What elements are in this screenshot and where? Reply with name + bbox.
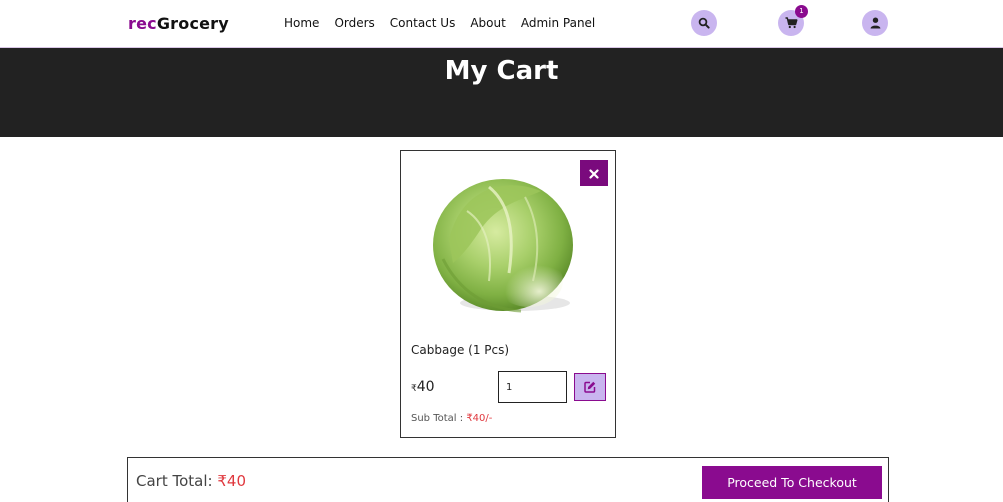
nav-orders[interactable]: Orders	[334, 16, 374, 30]
shopping-cart-icon	[785, 17, 798, 29]
remove-item-button[interactable]	[580, 160, 608, 186]
proceed-to-checkout-button[interactable]: Proceed To Checkout	[702, 466, 882, 499]
subtotal-value: ₹40/-	[466, 413, 493, 424]
top-navbar: recGrocery Home Orders Contact Us About …	[0, 0, 1003, 48]
brand-suffix: Grocery	[156, 14, 229, 33]
cart-button[interactable]: 1	[778, 5, 808, 36]
item-subtotal: Sub Total : ₹40/-	[411, 413, 492, 424]
cart-item-card: Cabbage (1 Pcs) ₹40 Sub Total : ₹40/-	[400, 150, 616, 438]
cart-count-badge: 1	[795, 5, 808, 18]
brand-logo[interactable]: recGrocery	[128, 14, 229, 33]
main-nav: Home Orders Contact Us About Admin Panel	[284, 16, 595, 30]
page-banner: My Cart	[0, 48, 1003, 137]
price-value: 40	[416, 379, 435, 395]
quantity-input[interactable]	[498, 371, 567, 403]
page-title: My Cart	[444, 56, 559, 86]
cart-total-bar: Cart Total: ₹40 Proceed To Checkout	[127, 457, 889, 502]
search-icon	[698, 17, 710, 29]
brand-prefix: rec	[128, 14, 157, 33]
edit-icon	[584, 378, 596, 397]
subtotal-label: Sub Total :	[411, 413, 464, 424]
nav-home[interactable]: Home	[284, 16, 319, 30]
nav-admin-panel[interactable]: Admin Panel	[521, 16, 595, 30]
close-icon	[589, 164, 599, 183]
update-quantity-button[interactable]	[574, 373, 606, 401]
cart-total-label: Cart Total:	[136, 472, 213, 490]
cart-total: Cart Total: ₹40	[136, 472, 246, 490]
product-name: Cabbage (1 Pcs)	[411, 343, 510, 357]
user-account-button[interactable]	[862, 10, 888, 36]
cart-total-value: ₹40	[217, 472, 246, 490]
search-button[interactable]	[691, 10, 717, 36]
product-price: ₹40	[411, 379, 435, 395]
user-icon	[870, 17, 881, 29]
product-image-cabbage	[429, 163, 579, 333]
nav-contact-us[interactable]: Contact Us	[390, 16, 456, 30]
nav-about[interactable]: About	[470, 16, 505, 30]
